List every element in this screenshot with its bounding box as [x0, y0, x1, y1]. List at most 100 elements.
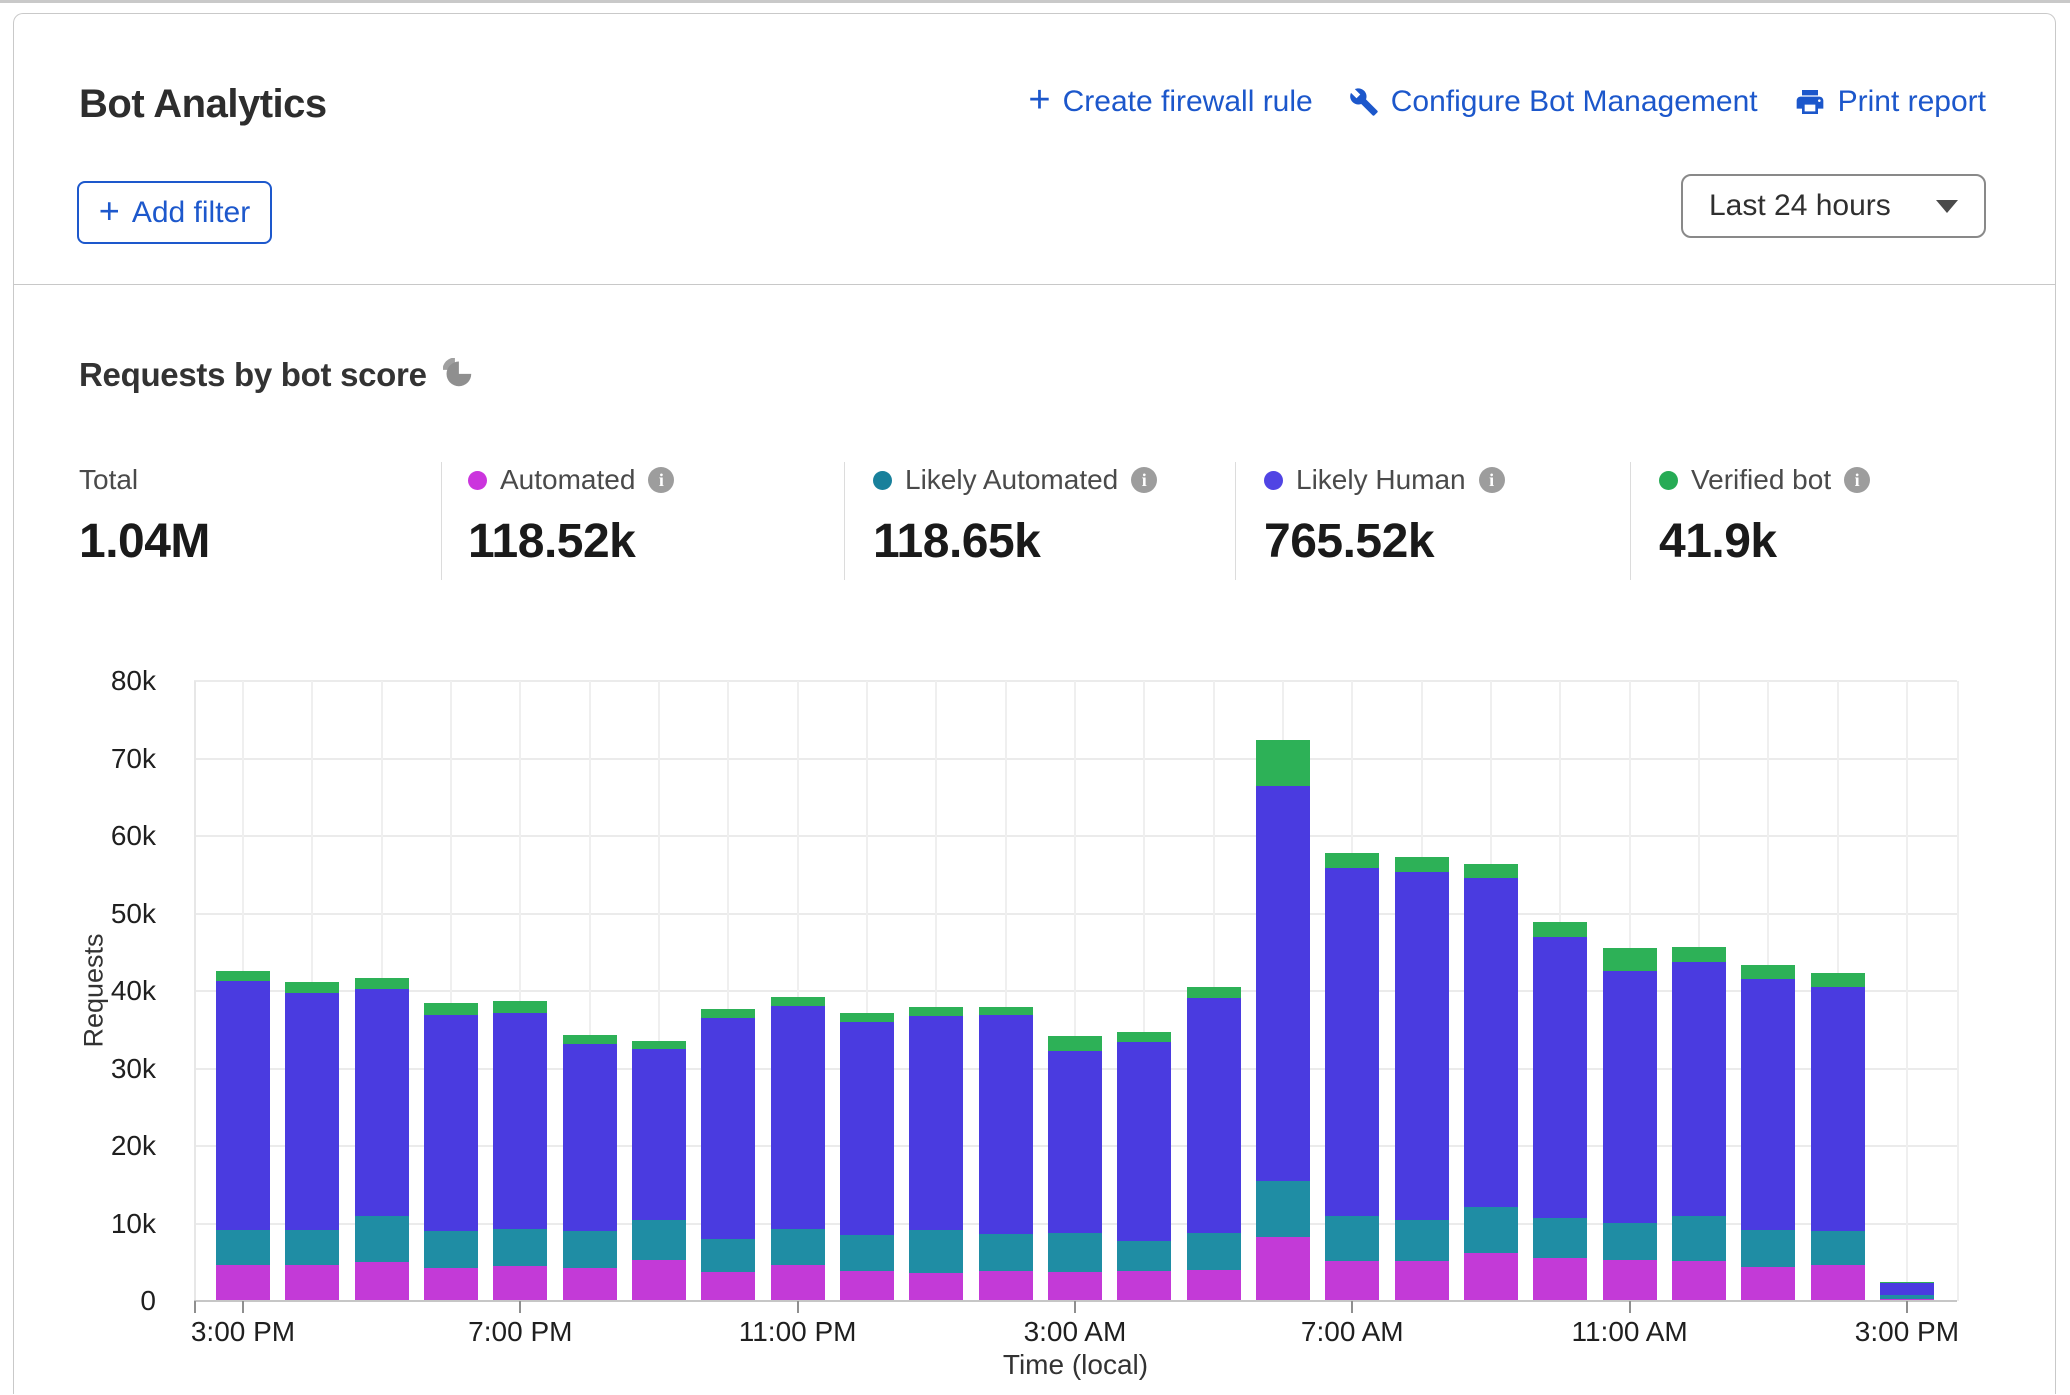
bar-segment-likely-human[interactable]: [1741, 979, 1795, 1230]
bar-segment-likely-human[interactable]: [701, 1018, 755, 1239]
bar-segment-likely-automated[interactable]: [563, 1231, 617, 1267]
bar-segment-verified-bot[interactable]: [701, 1009, 755, 1018]
bar-segment-likely-human[interactable]: [216, 981, 270, 1230]
bar-segment-automated[interactable]: [1603, 1260, 1657, 1301]
bar-segment-likely-human[interactable]: [771, 1006, 825, 1229]
info-icon[interactable]: i: [1131, 467, 1157, 493]
bar-segment-automated[interactable]: [1880, 1299, 1934, 1301]
bar-segment-likely-human[interactable]: [1533, 937, 1587, 1218]
bar-segment-automated[interactable]: [979, 1271, 1033, 1301]
bar-segment-likely-automated[interactable]: [1395, 1220, 1449, 1262]
bar-segment-likely-automated[interactable]: [1880, 1295, 1934, 1299]
info-icon[interactable]: i: [1844, 467, 1870, 493]
bar-segment-likely-automated[interactable]: [1187, 1233, 1241, 1270]
bar-segment-verified-bot[interactable]: [1533, 922, 1587, 937]
bar-segment-likely-human[interactable]: [493, 1013, 547, 1229]
add-filter-button[interactable]: + Add filter: [77, 181, 272, 244]
bar-segment-automated[interactable]: [285, 1265, 339, 1301]
bar-segment-likely-human[interactable]: [563, 1044, 617, 1232]
info-icon[interactable]: i: [648, 467, 674, 493]
bar-segment-verified-bot[interactable]: [1395, 857, 1449, 872]
bar-segment-verified-bot[interactable]: [285, 982, 339, 993]
bar-segment-likely-automated[interactable]: [1811, 1231, 1865, 1265]
bar-segment-verified-bot[interactable]: [1256, 740, 1310, 786]
bar-segment-verified-bot[interactable]: [493, 1001, 547, 1013]
bar-segment-likely-human[interactable]: [632, 1049, 686, 1220]
bar-segment-verified-bot[interactable]: [216, 971, 270, 981]
bar-segment-likely-human[interactable]: [1603, 971, 1657, 1223]
bar-segment-automated[interactable]: [909, 1273, 963, 1301]
bar-segment-likely-automated[interactable]: [701, 1239, 755, 1272]
bar-segment-automated[interactable]: [1256, 1237, 1310, 1301]
bar-segment-automated[interactable]: [493, 1266, 547, 1301]
bar-segment-verified-bot[interactable]: [1325, 853, 1379, 868]
create-firewall-rule-link[interactable]: + Create firewall rule: [1028, 85, 1312, 119]
bar-segment-likely-human[interactable]: [1048, 1051, 1102, 1233]
bar-segment-verified-bot[interactable]: [1811, 973, 1865, 987]
bar-segment-automated[interactable]: [1464, 1253, 1518, 1301]
bar-segment-automated[interactable]: [1187, 1270, 1241, 1301]
bar-segment-automated[interactable]: [1741, 1267, 1795, 1301]
bar-segment-verified-bot[interactable]: [424, 1003, 478, 1015]
bar-segment-verified-bot[interactable]: [771, 997, 825, 1006]
bar-segment-likely-human[interactable]: [355, 989, 409, 1215]
bar-segment-likely-automated[interactable]: [632, 1220, 686, 1260]
bar-segment-likely-human[interactable]: [1187, 998, 1241, 1233]
bar-segment-likely-human[interactable]: [1395, 872, 1449, 1220]
bar-segment-verified-bot[interactable]: [1117, 1032, 1171, 1042]
bar-segment-likely-human[interactable]: [1880, 1283, 1934, 1295]
bar-segment-likely-automated[interactable]: [424, 1231, 478, 1267]
bar-segment-likely-automated[interactable]: [493, 1229, 547, 1266]
configure-bot-management-link[interactable]: Configure Bot Management: [1349, 85, 1758, 119]
bar-segment-verified-bot[interactable]: [632, 1041, 686, 1049]
bar-segment-automated[interactable]: [1117, 1271, 1171, 1301]
bar-segment-automated[interactable]: [840, 1271, 894, 1301]
bar-segment-verified-bot[interactable]: [1187, 987, 1241, 998]
bar-segment-likely-automated[interactable]: [355, 1216, 409, 1263]
bar-segment-likely-human[interactable]: [1811, 987, 1865, 1231]
bar-segment-automated[interactable]: [632, 1260, 686, 1301]
bar-segment-verified-bot[interactable]: [563, 1035, 617, 1044]
time-range-select[interactable]: Last 24 hours: [1681, 174, 1986, 238]
bar-segment-likely-automated[interactable]: [285, 1230, 339, 1264]
bar-segment-likely-human[interactable]: [1325, 868, 1379, 1216]
print-report-link[interactable]: Print report: [1794, 85, 1986, 119]
bar-segment-automated[interactable]: [1533, 1258, 1587, 1301]
bar-segment-verified-bot[interactable]: [1672, 947, 1726, 962]
bar-segment-verified-bot[interactable]: [1741, 965, 1795, 979]
bar-segment-likely-human[interactable]: [1672, 962, 1726, 1216]
bar-segment-verified-bot[interactable]: [1603, 948, 1657, 970]
bar-segment-verified-bot[interactable]: [1048, 1036, 1102, 1051]
bar-segment-likely-automated[interactable]: [1117, 1241, 1171, 1270]
bar-segment-likely-human[interactable]: [979, 1015, 1033, 1234]
info-icon[interactable]: i: [1479, 467, 1505, 493]
bar-segment-likely-automated[interactable]: [1048, 1233, 1102, 1272]
bar-segment-likely-automated[interactable]: [1741, 1230, 1795, 1267]
bar-segment-likely-automated[interactable]: [771, 1229, 825, 1265]
bar-segment-verified-bot[interactable]: [979, 1007, 1033, 1016]
bar-segment-verified-bot[interactable]: [840, 1013, 894, 1022]
bar-segment-verified-bot[interactable]: [909, 1007, 963, 1016]
bar-segment-likely-automated[interactable]: [216, 1230, 270, 1266]
bar-segment-automated[interactable]: [355, 1262, 409, 1301]
bar-segment-likely-human[interactable]: [1464, 878, 1518, 1207]
bar-segment-likely-human[interactable]: [1256, 786, 1310, 1181]
bar-segment-likely-automated[interactable]: [1256, 1181, 1310, 1237]
bar-segment-verified-bot[interactable]: [355, 978, 409, 990]
bar-segment-verified-bot[interactable]: [1464, 864, 1518, 878]
bar-segment-likely-human[interactable]: [285, 993, 339, 1231]
bar-segment-likely-automated[interactable]: [1603, 1223, 1657, 1260]
bar-segment-likely-human[interactable]: [1117, 1042, 1171, 1241]
bar-segment-automated[interactable]: [1325, 1261, 1379, 1301]
bar-segment-likely-human[interactable]: [424, 1015, 478, 1231]
bar-segment-automated[interactable]: [701, 1272, 755, 1301]
bar-segment-automated[interactable]: [216, 1265, 270, 1301]
bar-segment-likely-automated[interactable]: [979, 1234, 1033, 1271]
bar-segment-automated[interactable]: [771, 1265, 825, 1301]
bar-segment-automated[interactable]: [1672, 1261, 1726, 1301]
bar-segment-likely-automated[interactable]: [1464, 1207, 1518, 1253]
bar-segment-automated[interactable]: [424, 1268, 478, 1301]
bar-segment-likely-automated[interactable]: [1325, 1216, 1379, 1261]
bar-segment-verified-bot[interactable]: [1880, 1282, 1934, 1283]
bar-segment-automated[interactable]: [1048, 1272, 1102, 1301]
